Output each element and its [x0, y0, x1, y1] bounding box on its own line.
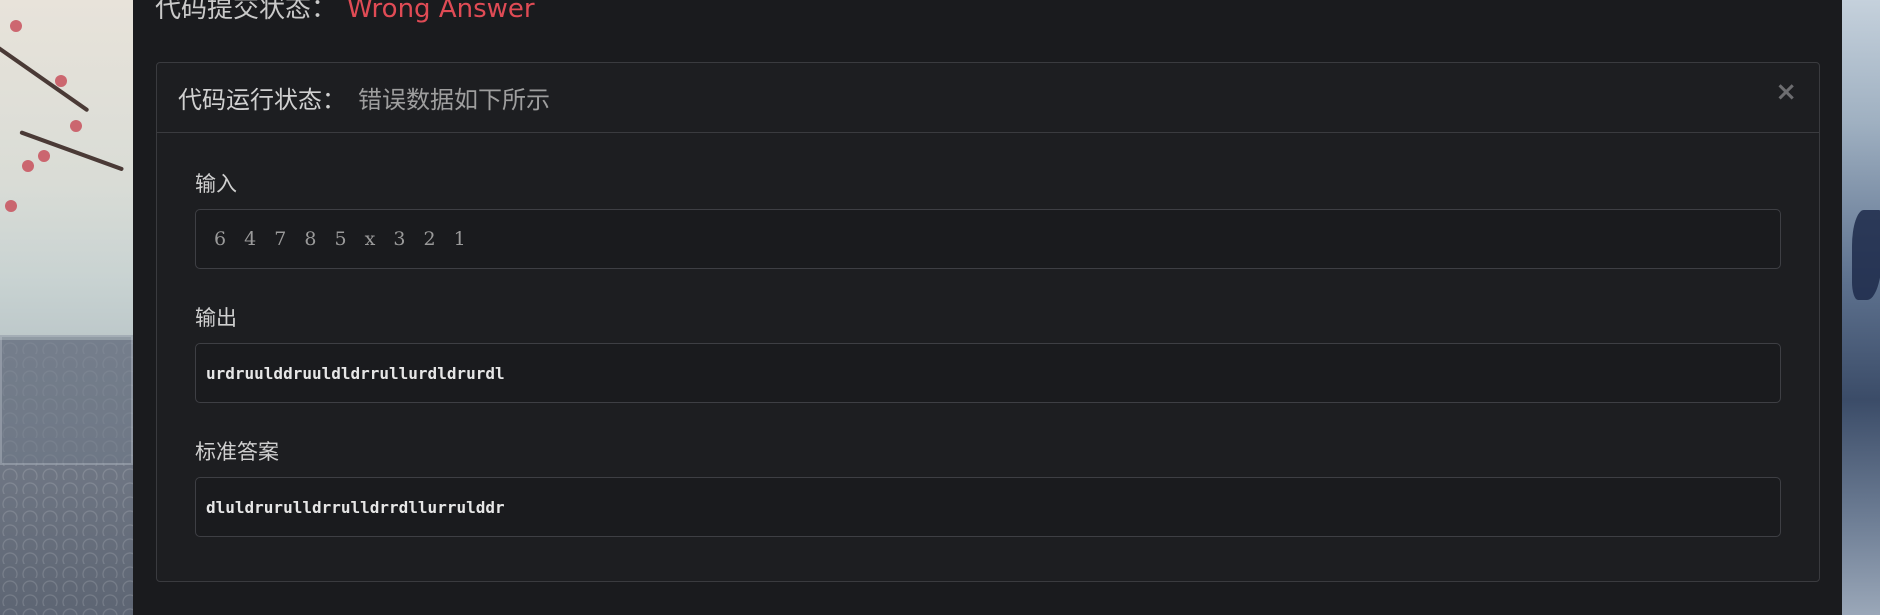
output-data-box[interactable]: urdruulddruuldldrrullurdldrurdl: [195, 343, 1781, 403]
submission-status-value: Wrong Answer: [347, 0, 535, 24]
output-label: 输出: [195, 306, 237, 330]
main-panel: 代码提交状态： Wrong Answer 代码运行状态： 错误数据如下所示 × 输…: [133, 0, 1842, 615]
run-status-dialog: 代码运行状态： 错误数据如下所示 × 输入 6 4 7 8 5 x 3 2 1 …: [156, 62, 1820, 582]
submission-status-label: 代码提交状态：: [155, 0, 338, 24]
expected-answer-box[interactable]: dluldrurulldrrulldrrdllurrulddr: [195, 477, 1781, 537]
submission-status: 代码提交状态： Wrong Answer: [155, 0, 535, 24]
right-background-art: [1842, 0, 1880, 615]
dialog-body: 输入 6 4 7 8 5 x 3 2 1 输出 urdruulddruuldld…: [157, 133, 1819, 537]
expected-answer-label: 标准答案: [195, 440, 279, 464]
input-label: 输入: [195, 172, 237, 196]
close-icon[interactable]: ×: [1775, 79, 1797, 105]
dialog-header: 代码运行状态： 错误数据如下所示 ×: [157, 63, 1819, 133]
dialog-subtitle: 错误数据如下所示: [358, 86, 550, 114]
left-background-art: [0, 0, 133, 615]
input-data-box[interactable]: 6 4 7 8 5 x 3 2 1: [195, 209, 1781, 269]
dialog-title: 代码运行状态：: [178, 86, 346, 114]
